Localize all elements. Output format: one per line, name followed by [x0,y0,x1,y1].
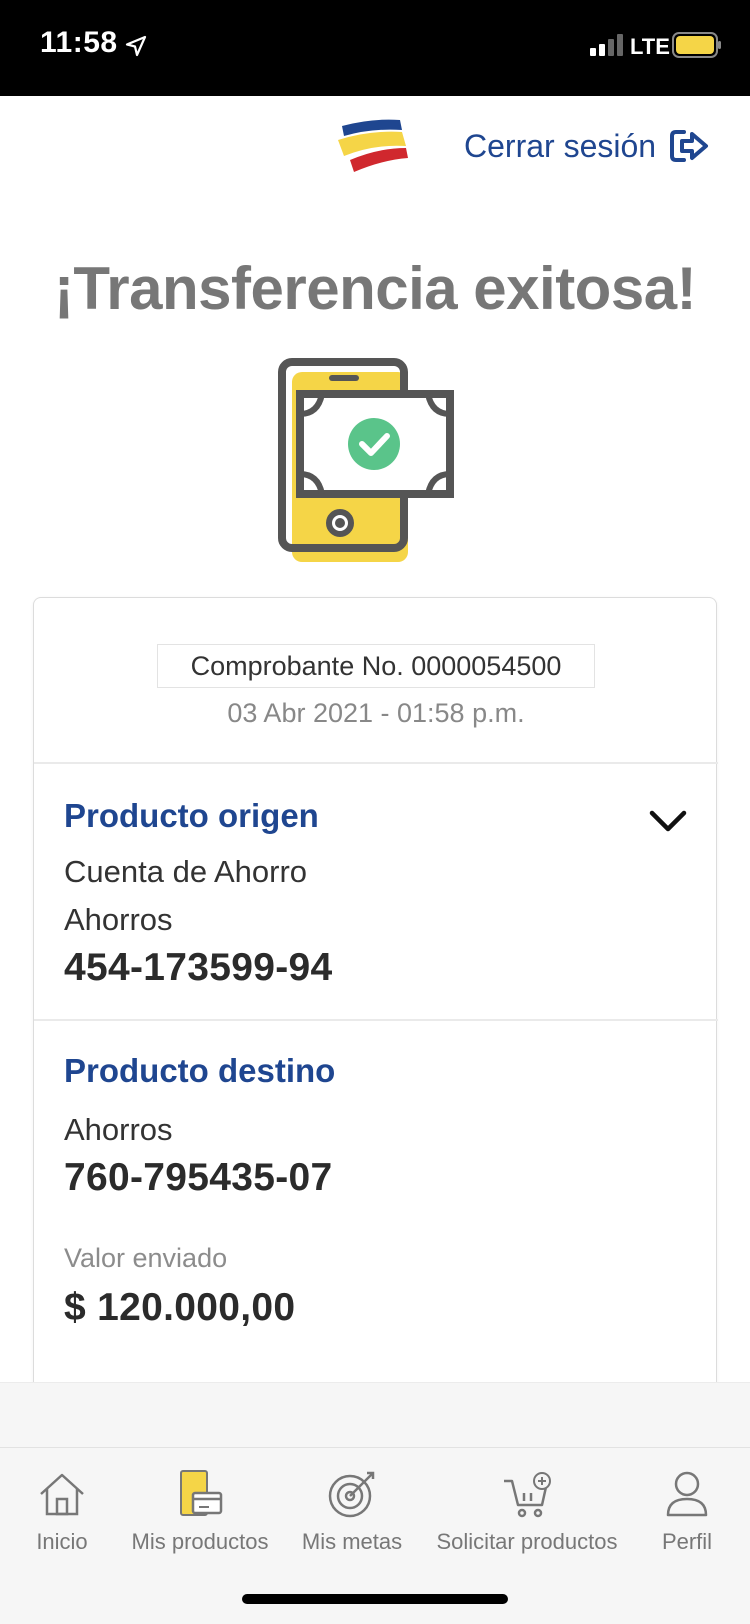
amount-label: Valor enviado [64,1243,228,1273]
page-title: ¡Transferencia exitosa! [53,255,697,322]
receipt-number: Comprobante No. 0000054500 [157,644,595,688]
bottom-navigation: Inicio Mis productos Mis metas Solicitar… [0,1382,750,1624]
nav-item-solicitar-productos[interactable]: Solicitar productos [430,1467,624,1567]
chevron-down-icon[interactable] [648,808,688,834]
location-arrow-icon [125,35,147,57]
divider [34,762,718,764]
logout-button[interactable]: Cerrar sesión [464,124,710,168]
target-icon [328,1471,375,1518]
nav-separator [0,1447,750,1448]
logout-label: Cerrar sesión [464,127,657,164]
signal-icon [590,34,623,56]
destination-account-type: Ahorros [64,1112,173,1147]
nav-label: Mis productos [131,1529,269,1554]
nav-item-mis-productos[interactable]: Mis productos [122,1467,278,1567]
nav-label: Perfil [661,1529,713,1554]
home-icon [40,1473,84,1516]
nav-label: Solicitar productos [436,1529,618,1554]
origin-account-number: 454-173599-94 [64,946,333,989]
nav-label: Mis metas [301,1529,403,1554]
network-label: LTE [630,34,670,59]
bank-logo [338,119,408,172]
transfer-success-icon [278,358,454,562]
origin-product-name: Cuenta de Ahorro [64,854,308,889]
home-indicator[interactable] [242,1594,508,1604]
battery-icon [672,32,721,58]
amount-value: $ 120.000,00 [64,1286,296,1329]
status-bar: 11:58 LTE [0,0,750,96]
nav-item-perfil[interactable]: Perfil [650,1467,724,1567]
nav-item-mis-metas[interactable]: Mis metas [298,1467,406,1567]
app-screen: 11:58 LTE Cerrar sesión ¡Transferencia e… [0,0,750,1624]
products-icon [180,1470,223,1516]
user-icon [666,1471,708,1517]
logout-icon [670,130,709,162]
origin-account-type: Ahorros [64,902,173,937]
nav-label: Inicio [36,1529,88,1554]
destination-account-number: 760-795435-07 [64,1156,333,1199]
nav-item-inicio[interactable]: Inicio [24,1467,100,1567]
divider [34,1019,718,1021]
status-time: 11:58 [40,26,118,59]
origin-title: Producto origen [64,797,319,834]
receipt-date: 03 Abr 2021 - 01:58 p.m. [227,698,525,728]
cart-icon [504,1472,551,1518]
destination-title: Producto destino [64,1052,336,1089]
receipt-card: Comprobante No. 0000054500 03 Abr 2021 -… [33,597,718,1397]
